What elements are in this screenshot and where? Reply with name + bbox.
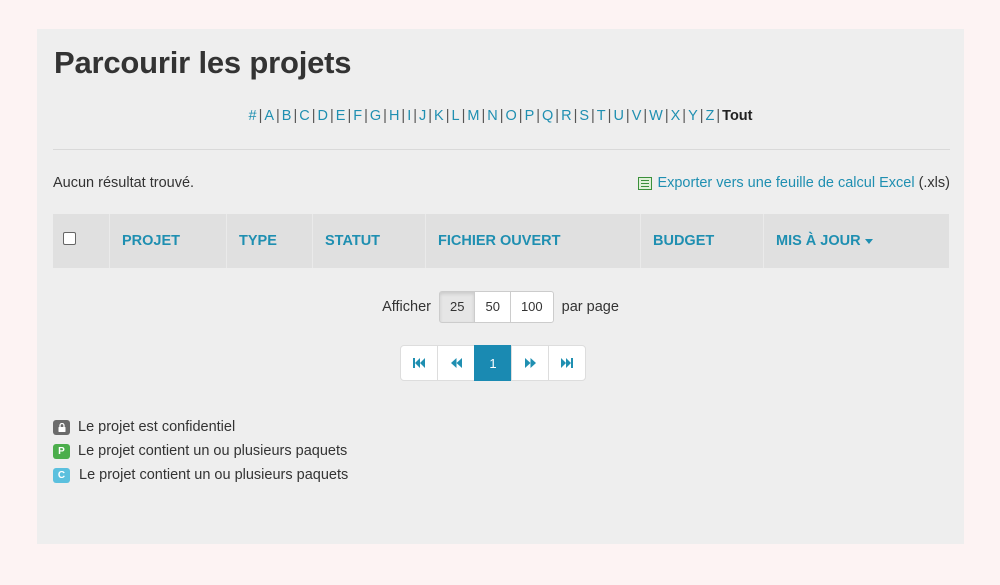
alpha-filter-k[interactable]: K: [434, 108, 444, 124]
last-page-button[interactable]: [548, 345, 586, 381]
column-statut[interactable]: STATUT: [313, 214, 426, 268]
per-page-suffix: par page: [561, 299, 619, 315]
legend-item-packages-p: P Le projet contient un ou plusieurs paq…: [53, 439, 348, 463]
browse-projects-panel: Parcourir les projets # | A | B | C | D | E | F | G | H |…: [37, 29, 964, 544]
alpha-filter-f[interactable]: F: [353, 108, 362, 124]
spreadsheet-icon[interactable]: [638, 176, 653, 190]
alpha-filter-a[interactable]: A: [264, 108, 274, 124]
column-projet[interactable]: PROJET: [110, 214, 227, 268]
pagination: 1: [400, 345, 586, 381]
export-suffix: (.xls): [918, 175, 950, 191]
skip-first-icon: [413, 358, 425, 368]
no-results-message: Aucun résultat trouvé.: [53, 175, 195, 191]
alpha-filter-y[interactable]: Y: [688, 108, 698, 124]
alpha-filter-p[interactable]: P: [525, 108, 535, 124]
alpha-filter-s[interactable]: S: [579, 108, 589, 124]
divider: [53, 149, 950, 150]
legend-text: Le projet est confidentiel: [78, 419, 236, 435]
column-mis-a-jour-label: MIS À JOUR: [776, 233, 861, 249]
alpha-filter-j[interactable]: J: [419, 108, 426, 124]
badge-c: C: [53, 467, 70, 483]
fast-forward-icon: [524, 358, 536, 368]
column-type[interactable]: TYPE: [227, 214, 313, 268]
legend-text: Le projet contient un ou plusieurs paque…: [79, 467, 349, 483]
per-page-50[interactable]: 50: [474, 291, 511, 323]
alpha-filter-d[interactable]: D: [318, 108, 328, 124]
alpha-filter-c[interactable]: C: [299, 108, 309, 124]
table-header: PROJET TYPE STATUT FICHIER OUVERT BUDGET…: [53, 214, 949, 268]
column-budget[interactable]: BUDGET: [641, 214, 764, 268]
per-page-selector: Afficher 25 50 100 par page: [37, 291, 964, 323]
first-page-button[interactable]: [400, 345, 438, 381]
alpha-filter-v[interactable]: V: [632, 108, 642, 124]
alpha-filter-o[interactable]: O: [506, 108, 517, 124]
lock-icon: [53, 419, 70, 435]
alpha-filter-all[interactable]: Tout: [722, 108, 752, 124]
per-page-100[interactable]: 100: [509, 291, 554, 323]
export-excel-link[interactable]: Exporter vers une feuille de calcul Exce…: [657, 175, 914, 191]
alpha-filter-l[interactable]: L: [452, 108, 460, 124]
per-page-25[interactable]: 25: [439, 291, 476, 323]
column-fichier-ouvert[interactable]: FICHIER OUVERT: [426, 214, 641, 268]
page-current[interactable]: 1: [474, 345, 512, 381]
alpha-filter-h[interactable]: H: [389, 108, 399, 124]
legend-item-packages-c: C Le projet contient un ou plusieurs paq…: [53, 463, 348, 487]
per-page-options: 25 50 100: [439, 291, 554, 323]
sort-caret-icon: [864, 238, 873, 244]
alpha-filter-b[interactable]: B: [282, 108, 292, 124]
previous-page-button[interactable]: [437, 345, 475, 381]
alpha-filter-g[interactable]: G: [370, 108, 381, 124]
export-excel: Exporter vers une feuille de calcul Exce…: [638, 175, 950, 191]
alpha-filter-r[interactable]: R: [561, 108, 571, 124]
page-title: Parcourir les projets: [54, 45, 352, 80]
alpha-filter-n[interactable]: N: [487, 108, 497, 124]
skip-last-icon: [561, 358, 573, 368]
legend-item-confidential: Le projet est confidentiel: [53, 415, 348, 439]
alphabet-filter: # | A | B | C | D | E | F | G | H | I | J | K | L | M | N | O | P | Q | R | S |…: [248, 108, 753, 124]
per-page-prefix: Afficher: [382, 299, 431, 315]
alpha-filter-q[interactable]: Q: [542, 108, 553, 124]
next-page-button[interactable]: [511, 345, 549, 381]
alpha-filter-m[interactable]: M: [467, 108, 479, 124]
alpha-filter-x[interactable]: X: [671, 108, 681, 124]
alpha-filter-hash[interactable]: #: [248, 108, 256, 124]
rewind-icon: [450, 358, 462, 368]
badge-p: P: [53, 443, 70, 459]
alpha-filter-e[interactable]: E: [336, 108, 346, 124]
alpha-filter-i[interactable]: I: [407, 108, 411, 124]
alpha-filter-w[interactable]: W: [649, 108, 663, 124]
select-all-cell: [53, 214, 110, 268]
select-all-checkbox[interactable]: [63, 232, 76, 245]
legend: Le projet est confidentiel P Le projet c…: [53, 415, 348, 487]
alpha-filter-u[interactable]: U: [613, 108, 623, 124]
alpha-filter-t[interactable]: T: [597, 108, 606, 124]
alpha-filter-z[interactable]: Z: [706, 108, 715, 124]
legend-text: Le projet contient un ou plusieurs paque…: [78, 443, 348, 459]
column-mis-a-jour[interactable]: MIS À JOUR: [764, 214, 949, 268]
